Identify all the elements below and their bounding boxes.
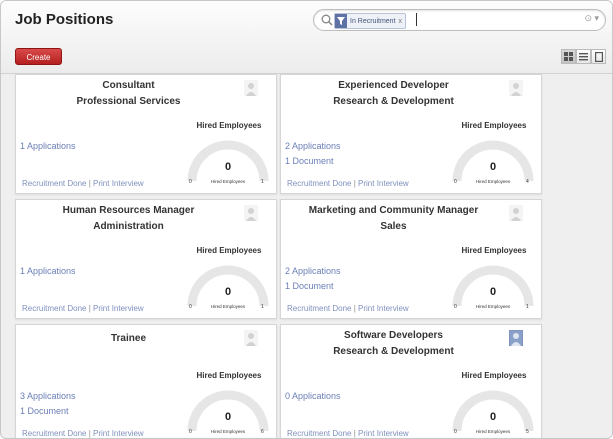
gauge-value: 0 (224, 286, 232, 298)
search-options-dropdown[interactable]: ⊙ ▾ (584, 13, 599, 24)
recruitment-done-link[interactable]: Recruitment Done (287, 304, 351, 313)
search-bar[interactable]: In Recruitment x ⊙ ▾ (313, 9, 606, 31)
gauge-value: 0 (489, 286, 497, 298)
gauge-label: Hired Employees (210, 429, 246, 434)
recruitment-done-link[interactable]: Recruitment Done (287, 179, 351, 188)
gauge-min: 0 (454, 179, 457, 185)
applications-link[interactable]: 0 Applications (285, 391, 341, 401)
gauge-max: 1 (261, 304, 264, 310)
print-interview-link[interactable]: Print Interview (358, 179, 409, 188)
grid-icon (564, 52, 573, 61)
gauge-label: Hired Employees (210, 304, 246, 309)
gauge-label: Hired Employees (475, 304, 511, 309)
job-card[interactable]: Software Developers Research & Developme… (280, 324, 542, 438)
gauge-min: 0 (454, 429, 457, 435)
form-icon (594, 51, 603, 62)
gauge-max: 5 (526, 429, 529, 435)
avatar-placeholder-icon (244, 330, 258, 346)
facet-label: In Recruitment (350, 17, 396, 25)
gauge-value: 0 (489, 161, 497, 173)
gauge-min: 0 (454, 304, 457, 310)
gauge-min: 0 (189, 304, 192, 310)
applications-link[interactable]: 2 Applications (285, 266, 341, 276)
list-view-button[interactable] (576, 49, 591, 64)
page-title: Job Positions (15, 11, 114, 28)
job-title[interactable]: Experienced Developer (281, 78, 506, 94)
print-interview-link[interactable]: Print Interview (358, 304, 409, 313)
job-card[interactable]: Marketing and Community Manager Sales 2 … (280, 199, 542, 319)
job-title[interactable]: Marketing and Community Manager (281, 203, 506, 219)
gauge-title: Hired Employees (196, 121, 262, 130)
job-card[interactable]: Trainee 3 Applications 1 Document Recrui… (15, 324, 277, 438)
recruitment-done-link[interactable]: Recruitment Done (22, 179, 86, 188)
control-panel: Job Positions In Recruitment x ⊙ ▾ Creat… (1, 1, 612, 74)
gauge-label: Hired Employees (210, 179, 246, 184)
employee-avatar-icon (509, 330, 523, 346)
job-department: Research & Development (333, 346, 454, 357)
print-interview-link[interactable]: Print Interview (93, 179, 144, 188)
gauge-max: 1 (261, 179, 264, 185)
applications-link[interactable]: 1 Applications (20, 266, 76, 276)
form-view-button[interactable] (591, 49, 606, 64)
card-actions: Recruitment Done | Print Interview (22, 179, 144, 188)
gauge-value: 0 (224, 411, 232, 423)
gauge-max: 4 (526, 179, 529, 185)
create-button[interactable]: Create (15, 48, 62, 65)
job-title[interactable]: Human Resources Manager (16, 203, 241, 219)
gauge-value: 0 (224, 161, 232, 173)
gauge-title: Hired Employees (196, 246, 262, 255)
avatar-placeholder-icon (244, 80, 258, 96)
job-title[interactable]: Software Developers (281, 328, 506, 344)
card-actions: Recruitment Done | Print Interview (22, 304, 144, 313)
job-department: Research & Development (333, 96, 454, 107)
gauge-title: Hired Employees (461, 246, 527, 255)
print-interview-link[interactable]: Print Interview (93, 429, 144, 438)
print-interview-link[interactable]: Print Interview (358, 429, 409, 438)
job-title[interactable]: Trainee (16, 331, 241, 347)
job-card[interactable]: Consultant Professional Services 1 Appli… (15, 74, 277, 194)
kanban-view-button[interactable] (561, 49, 576, 64)
documents-link[interactable]: 1 Document (285, 281, 334, 291)
gauge-max: 6 (261, 429, 264, 435)
app-window: Job Positions In Recruitment x ⊙ ▾ Creat… (0, 0, 613, 439)
job-department: Administration (93, 221, 164, 232)
job-card[interactable]: Human Resources Manager Administration 1… (15, 199, 277, 319)
gauge-max: 1 (526, 304, 529, 310)
gauge-title: Hired Employees (196, 371, 262, 380)
card-actions: Recruitment Done | Print Interview (287, 179, 409, 188)
job-card[interactable]: Experienced Developer Research & Develop… (280, 74, 542, 194)
job-title[interactable]: Consultant (16, 78, 241, 94)
card-actions: Recruitment Done | Print Interview (287, 429, 409, 438)
gauge-min: 0 (189, 179, 192, 185)
applications-link[interactable]: 3 Applications (20, 391, 76, 401)
gauge-min: 0 (189, 429, 192, 435)
list-icon (579, 53, 588, 61)
print-interview-link[interactable]: Print Interview (93, 304, 144, 313)
documents-link[interactable]: 1 Document (285, 156, 334, 166)
filter-icon (335, 14, 347, 28)
avatar-placeholder-icon (509, 80, 523, 96)
search-facet[interactable]: In Recruitment x (334, 13, 407, 29)
search-icon (321, 14, 333, 26)
search-input[interactable] (416, 13, 417, 26)
card-actions: Recruitment Done | Print Interview (287, 304, 409, 313)
gauge-label: Hired Employees (475, 429, 511, 434)
gauge-title: Hired Employees (461, 371, 527, 380)
job-department: Sales (380, 221, 407, 232)
recruitment-done-link[interactable]: Recruitment Done (22, 429, 86, 438)
gauge-label: Hired Employees (475, 179, 511, 184)
applications-link[interactable]: 2 Applications (285, 141, 341, 151)
avatar-placeholder-icon (509, 205, 523, 221)
gauge-value: 0 (489, 411, 497, 423)
recruitment-done-link[interactable]: Recruitment Done (287, 429, 351, 438)
facet-remove-icon[interactable]: x (399, 18, 403, 25)
avatar-placeholder-icon (244, 205, 258, 221)
documents-link[interactable]: 1 Document (20, 406, 69, 416)
view-switcher (561, 49, 606, 64)
recruitment-done-link[interactable]: Recruitment Done (22, 304, 86, 313)
applications-link[interactable]: 1 Applications (20, 141, 76, 151)
gauge-title: Hired Employees (461, 121, 527, 130)
job-department: Professional Services (76, 96, 181, 107)
card-actions: Recruitment Done | Print Interview (22, 429, 144, 438)
